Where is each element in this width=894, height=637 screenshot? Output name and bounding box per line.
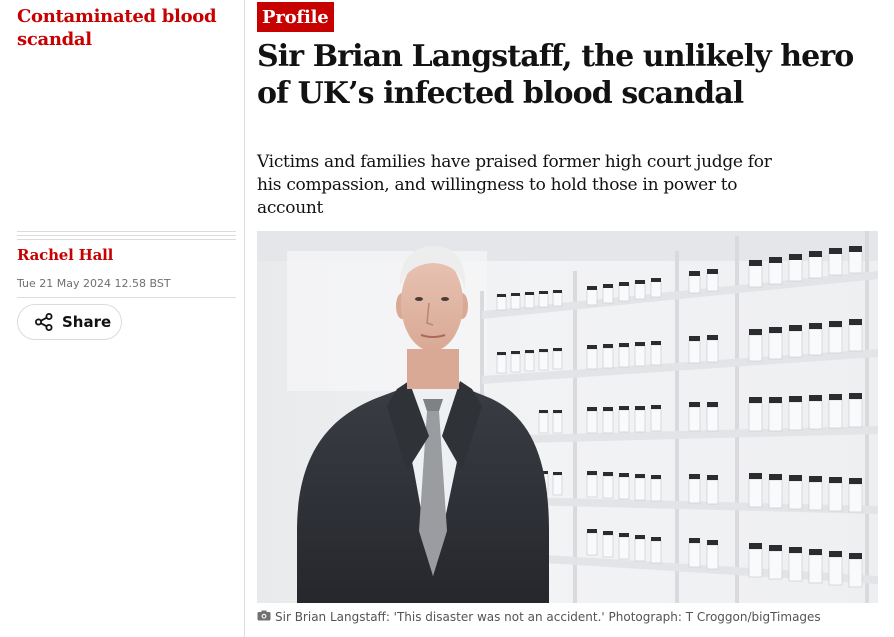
section-title-link[interactable]: Contaminated blood scandal xyxy=(17,5,237,51)
share-label: Share xyxy=(62,313,112,331)
author-link[interactable]: Rachel Hall xyxy=(17,246,113,264)
article-sidebar: Contaminated blood scandal Rachel Hall T… xyxy=(0,0,245,637)
article-headline: Sir Brian Langstaff, the unlikely hero o… xyxy=(257,39,854,111)
camera-icon xyxy=(257,610,271,624)
photo-illustration xyxy=(257,231,878,603)
article-main-photo[interactable] xyxy=(257,231,878,603)
kicker-label: Profile xyxy=(262,6,329,28)
share-button[interactable]: Share xyxy=(17,304,122,340)
article-standfirst: Victims and families have praised former… xyxy=(257,152,772,218)
photo-caption: Sir Brian Langstaff: 'This disaster was … xyxy=(257,610,878,624)
date-divider xyxy=(17,297,236,298)
article-kicker-badge: Profile xyxy=(257,2,334,32)
byline-divider xyxy=(17,231,236,243)
caption-text: Sir Brian Langstaff: 'This disaster was … xyxy=(275,610,821,624)
publish-date: Tue 21 May 2024 12.58 BST xyxy=(17,277,171,290)
share-icon xyxy=(34,312,54,332)
